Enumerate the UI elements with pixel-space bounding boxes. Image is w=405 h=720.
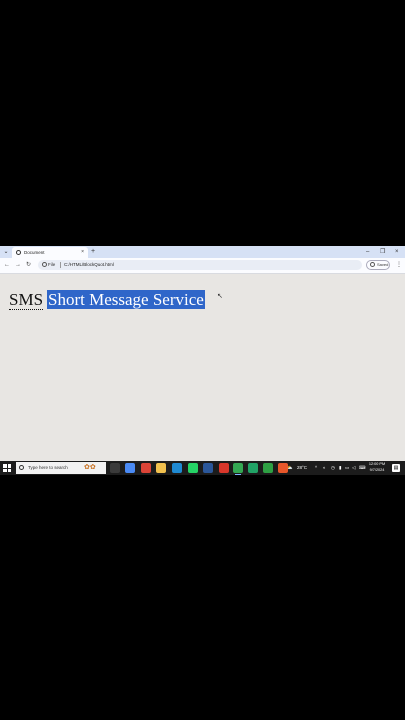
- battery-icon[interactable]: ▮: [339, 461, 341, 475]
- volume-icon[interactable]: ◁: [352, 461, 355, 475]
- profile-icon: [370, 262, 375, 267]
- file-explorer-icon[interactable]: [156, 463, 166, 473]
- vscode-icon[interactable]: [172, 463, 182, 473]
- network-icon[interactable]: ▭: [345, 461, 349, 475]
- address-scheme: File: [48, 262, 56, 267]
- tab-search-button[interactable]: ⌄: [2, 248, 10, 256]
- tab-close-button[interactable]: ×: [81, 248, 84, 257]
- address-url[interactable]: C:/HTML/BlockQuot.html: [64, 260, 114, 270]
- desktop-screen: ⌄ Document × + – ❐ × ← → ↻ File C:/HTML/…: [0, 246, 405, 475]
- language-icon[interactable]: ⌨: [359, 461, 366, 475]
- whatsapp-icon[interactable]: [188, 463, 198, 473]
- system-clock[interactable]: 12:00 PM 9/7/2024: [366, 462, 388, 473]
- chrome-active-icon[interactable]: [233, 463, 243, 475]
- tab-document[interactable]: Document ×: [12, 247, 88, 258]
- notification-icon[interactable]: ▤: [392, 464, 400, 472]
- page-content: SMS Short Message Service ↖: [0, 274, 405, 461]
- selected-text[interactable]: Short Message Service: [47, 290, 205, 309]
- reload-button[interactable]: ↻: [26, 261, 31, 270]
- mouse-cursor-icon: ↖: [217, 293, 223, 300]
- minimize-button[interactable]: –: [366, 247, 369, 257]
- chrome-alt-icon[interactable]: [141, 463, 151, 473]
- search-highlight-icon: ✿✿: [84, 464, 96, 471]
- address-bar[interactable]: File C:/HTML/BlockQuot.html: [38, 260, 362, 270]
- codeblocks-icon[interactable]: [263, 463, 273, 473]
- tray-app-icon[interactable]: ◐: [323, 461, 326, 475]
- browser-menu-button[interactable]: ⋮: [396, 260, 402, 270]
- forward-button[interactable]: →: [15, 261, 21, 270]
- taskbar: Type here to search ✿✿ ⛅ 28°C ^ ◐ ◷ ▮ ▭ …: [0, 461, 405, 475]
- new-tab-button[interactable]: +: [91, 247, 95, 257]
- address-separator: [60, 262, 61, 268]
- abbreviation[interactable]: SMS: [9, 290, 44, 310]
- windows-start-icon[interactable]: [3, 464, 11, 472]
- saved-label: Saved: [377, 262, 389, 267]
- clock-date: 9/7/2024: [369, 467, 385, 472]
- maximize-button[interactable]: ❐: [380, 247, 385, 257]
- task-view-icon[interactable]: [110, 463, 120, 473]
- taskbar-search-box[interactable]: Type here to search ✿✿: [16, 462, 106, 474]
- clock-time: 12:00 PM: [368, 462, 386, 466]
- window-close-button[interactable]: ×: [395, 247, 399, 257]
- search-icon: [19, 465, 24, 470]
- weather-temp[interactable]: 28°C: [297, 461, 307, 475]
- app-red-icon[interactable]: [219, 463, 229, 473]
- text-line: SMS Short Message Service: [9, 290, 205, 310]
- saved-button[interactable]: Saved: [366, 260, 390, 270]
- weather-icon[interactable]: ⛅: [287, 461, 293, 475]
- globe-icon: [16, 250, 21, 255]
- tab-strip: ⌄ Document × + – ❐ ×: [0, 246, 405, 258]
- app-blue-icon[interactable]: [203, 463, 213, 473]
- tab-title: Document: [24, 250, 45, 255]
- tray-meet-icon[interactable]: ◷: [331, 461, 335, 475]
- site-info-icon[interactable]: [42, 262, 47, 267]
- chrome-icon[interactable]: [125, 463, 135, 473]
- back-button[interactable]: ←: [4, 261, 10, 270]
- tray-chevron-icon[interactable]: ^: [315, 461, 317, 475]
- app-green-icon[interactable]: [248, 463, 258, 473]
- search-placeholder: Type here to search: [28, 465, 68, 470]
- browser-toolbar: ← → ↻ File C:/HTML/BlockQuot.html Saved …: [0, 258, 405, 274]
